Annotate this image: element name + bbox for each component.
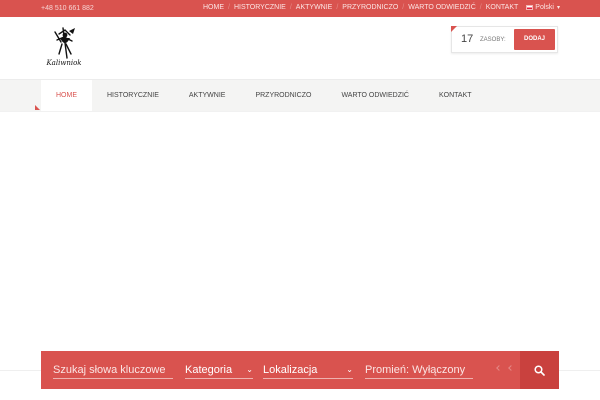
separator: / bbox=[479, 4, 482, 11]
radius-select[interactable]: Promień: Wyłączony bbox=[365, 361, 473, 379]
top-nav-przyrodniczo[interactable]: PRZYRODNICZO bbox=[342, 4, 398, 11]
language-selector[interactable]: Polski ▾ bbox=[526, 4, 560, 11]
chevron-left-icon bbox=[508, 365, 514, 371]
slider-arrows bbox=[496, 365, 521, 371]
main-nav-warto-odwiedzic[interactable]: WARTO ODWIEDZIĆ bbox=[326, 80, 424, 111]
top-nav-warto-odwiedzic[interactable]: WARTO ODWIEDZIĆ bbox=[408, 4, 476, 11]
resources-label: ZASOBY: bbox=[480, 37, 506, 43]
main-menu: HOME HISTORYCZNIE AKTYWNIE PRZYRODNICZO … bbox=[41, 80, 487, 111]
separator: / bbox=[402, 4, 405, 11]
main-nav-home[interactable]: HOME bbox=[41, 80, 92, 111]
chevron-down-icon: ⌄ bbox=[346, 365, 353, 374]
language-label: Polski bbox=[535, 4, 554, 11]
add-button[interactable]: DODAJ bbox=[514, 29, 555, 50]
top-nav-kontakt[interactable]: KONTAKT bbox=[486, 4, 519, 11]
chevron-left-icon bbox=[496, 365, 502, 371]
resources-box: 17 ZASOBY: DODAJ bbox=[451, 26, 558, 53]
top-nav-historycznie[interactable]: HISTORYCZNIE bbox=[234, 4, 286, 11]
search-button[interactable] bbox=[520, 351, 559, 389]
main-nav-historycznie[interactable]: HISTORYCZNIE bbox=[92, 80, 174, 111]
menu-label: HISTORYCZNIE bbox=[107, 92, 159, 99]
nav-corner-accent bbox=[35, 105, 40, 110]
caret-down-icon: ▾ bbox=[556, 5, 560, 11]
main-nav: HOME HISTORYCZNIE AKTYWNIE PRZYRODNICZO … bbox=[0, 79, 600, 111]
top-bar: +48 510 661 882 HOME / HISTORYCZNIE / AK… bbox=[0, 0, 600, 17]
top-nav-home[interactable]: HOME bbox=[203, 4, 224, 11]
header: Kaliwniok 17 ZASOBY: DODAJ bbox=[0, 17, 600, 79]
poland-flag-icon bbox=[526, 5, 534, 10]
phone-number: +48 510 661 882 bbox=[41, 5, 94, 12]
keyword-input[interactable]: Szukaj słowa kluczowe bbox=[53, 361, 173, 379]
menu-label: KONTAKT bbox=[438, 92, 472, 99]
content-area bbox=[0, 111, 600, 369]
resources-count: 17 bbox=[461, 33, 474, 45]
menu-label: HOME bbox=[56, 92, 77, 99]
category-select[interactable]: Kategoria ⌄ bbox=[185, 361, 253, 379]
warrior-logo-icon bbox=[54, 27, 75, 59]
search-icon bbox=[534, 364, 545, 376]
logo-wordmark: Kaliwniok bbox=[46, 59, 82, 67]
category-label: Kategoria bbox=[185, 363, 233, 376]
radius-label: Promień: Wyłączony bbox=[365, 363, 466, 376]
main-nav-kontakt[interactable]: KONTAKT bbox=[424, 80, 487, 111]
chevron-down-icon: ⌄ bbox=[246, 365, 253, 374]
separator: / bbox=[228, 4, 230, 11]
menu-label: PRZYRODNICZO bbox=[255, 92, 312, 99]
search-bar: Szukaj słowa kluczowe Kategoria ⌄ Lokali… bbox=[41, 351, 559, 389]
top-nav-aktywnie[interactable]: AKTYWNIE bbox=[296, 4, 333, 11]
menu-label: WARTO ODWIEDZIĆ bbox=[341, 92, 409, 99]
separator: / bbox=[336, 4, 339, 11]
corner-accent bbox=[451, 26, 457, 32]
main-nav-aktywnie[interactable]: AKTYWNIE bbox=[174, 80, 241, 111]
separator: / bbox=[289, 4, 292, 11]
location-label: Lokalizacja bbox=[263, 363, 318, 376]
main-nav-przyrodniczo[interactable]: PRZYRODNICZO bbox=[240, 80, 326, 111]
top-nav: HOME / HISTORYCZNIE / AKTYWNIE / PRZYROD… bbox=[199, 4, 560, 11]
location-select[interactable]: Lokalizacja ⌄ bbox=[263, 361, 353, 379]
site-logo[interactable]: Kaliwniok bbox=[43, 26, 85, 68]
menu-label: AKTYWNIE bbox=[188, 92, 226, 99]
